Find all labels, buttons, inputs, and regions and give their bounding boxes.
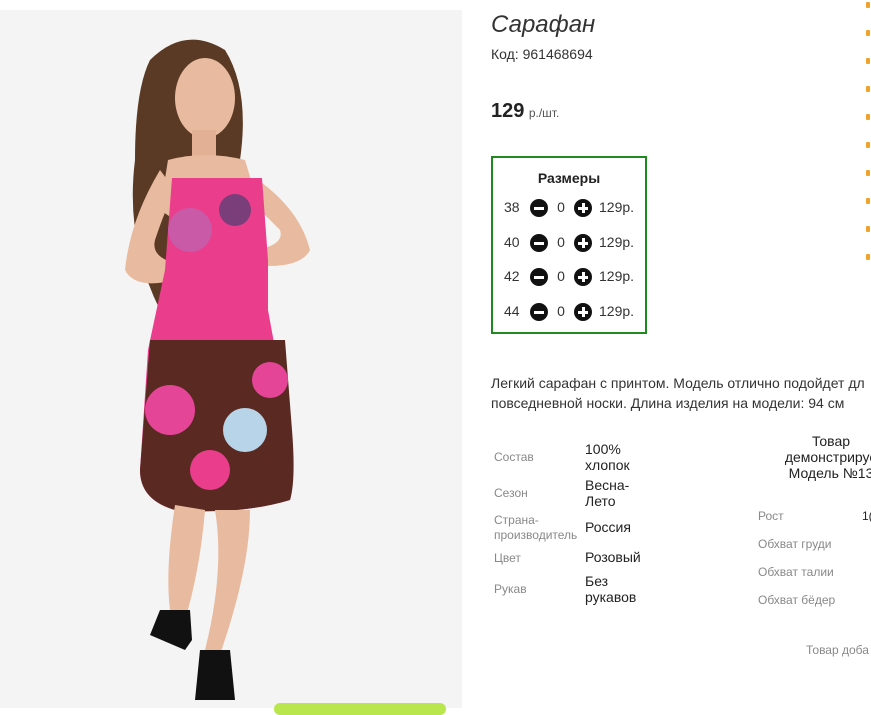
increase-quantity-button[interactable] [574,199,592,217]
product-price: 129 р./шт. [491,100,559,123]
edge-accent-mark [866,142,870,148]
increase-quantity-button[interactable] [574,303,592,321]
edge-accent-mark [866,2,870,8]
edge-accent-mark [866,198,870,204]
decrease-quantity-button[interactable] [530,268,548,286]
size-row: 38 0 129р. [493,197,645,219]
size-price: 129р. [599,268,635,284]
size-label: 40 [504,234,520,250]
property-value: Розовый [585,549,641,565]
increase-quantity-button[interactable] [574,268,592,286]
added-date-text: Товар доба [806,643,869,657]
description-line: повседневной носки. Длина изделия на мод… [491,395,845,411]
size-label: 44 [504,303,520,319]
edge-accent-mark [866,114,870,120]
property-label: Состав [494,450,534,464]
property-label: Рукав [494,582,527,596]
price-value: 129 [491,100,525,122]
quantity-value: 0 [557,234,565,250]
size-label: 42 [504,268,520,284]
size-price: 129р. [599,303,635,319]
model-measure-label: Обхват талии [758,565,834,579]
edge-accent-mark [866,170,870,176]
product-description: Легкий сарафан с принтом. Модель отлично… [491,373,871,413]
product-code: Код: 961468694 [491,46,593,62]
decrease-quantity-button[interactable] [530,303,548,321]
size-price: 129р. [599,234,635,250]
model-measure-label: Рост [758,509,784,523]
property-label: Страна-производитель [494,513,578,542]
quantity-value: 0 [557,303,565,319]
model-measure-label: Обхват бёдер [758,593,836,607]
product-title: Сарафан [491,11,596,38]
property-value: Без рукавов [585,573,637,605]
model-measure-value: 1( [862,509,871,523]
quantity-value: 0 [557,199,565,215]
edge-accent-mark [866,254,870,260]
edge-accent-mark [866,58,870,64]
edge-accent-mark [866,226,870,232]
size-price: 129р. [599,199,635,215]
edge-accent-mark [866,30,870,36]
sizes-panel: Размеры 38 0 129р. 40 0 129р. 42 0 129р.… [491,156,647,334]
model-measure-label: Обхват груди [758,537,832,551]
sizes-title: Размеры [537,170,601,186]
property-label: Цвет [494,551,521,565]
size-row: 44 0 129р. [493,301,645,323]
price-unit: р./шт. [528,106,560,120]
size-label: 38 [504,199,520,215]
model-info-header: Товар демонстрируе Модель №13 [760,433,871,481]
property-value: Россия [585,519,631,535]
quantity-value: 0 [557,268,565,284]
edge-accent-mark [866,86,870,92]
product-photo[interactable] [0,10,462,708]
model-header-line: Модель №13 [788,465,871,481]
model-header-line: демонстрируе [784,449,871,465]
property-value: 100% хлопок [585,441,630,473]
property-label: Сезон [494,486,528,500]
decrease-quantity-button[interactable] [530,234,548,252]
add-to-cart-button[interactable] [274,703,446,715]
property-value: Весна-Лето [585,477,630,509]
size-row: 40 0 129р. [493,232,645,254]
model-header-line: Товар [811,433,851,449]
increase-quantity-button[interactable] [574,234,592,252]
decrease-quantity-button[interactable] [530,199,548,217]
size-row: 42 0 129р. [493,266,645,288]
description-line: Легкий сарафан с принтом. Модель отлично… [491,375,865,391]
